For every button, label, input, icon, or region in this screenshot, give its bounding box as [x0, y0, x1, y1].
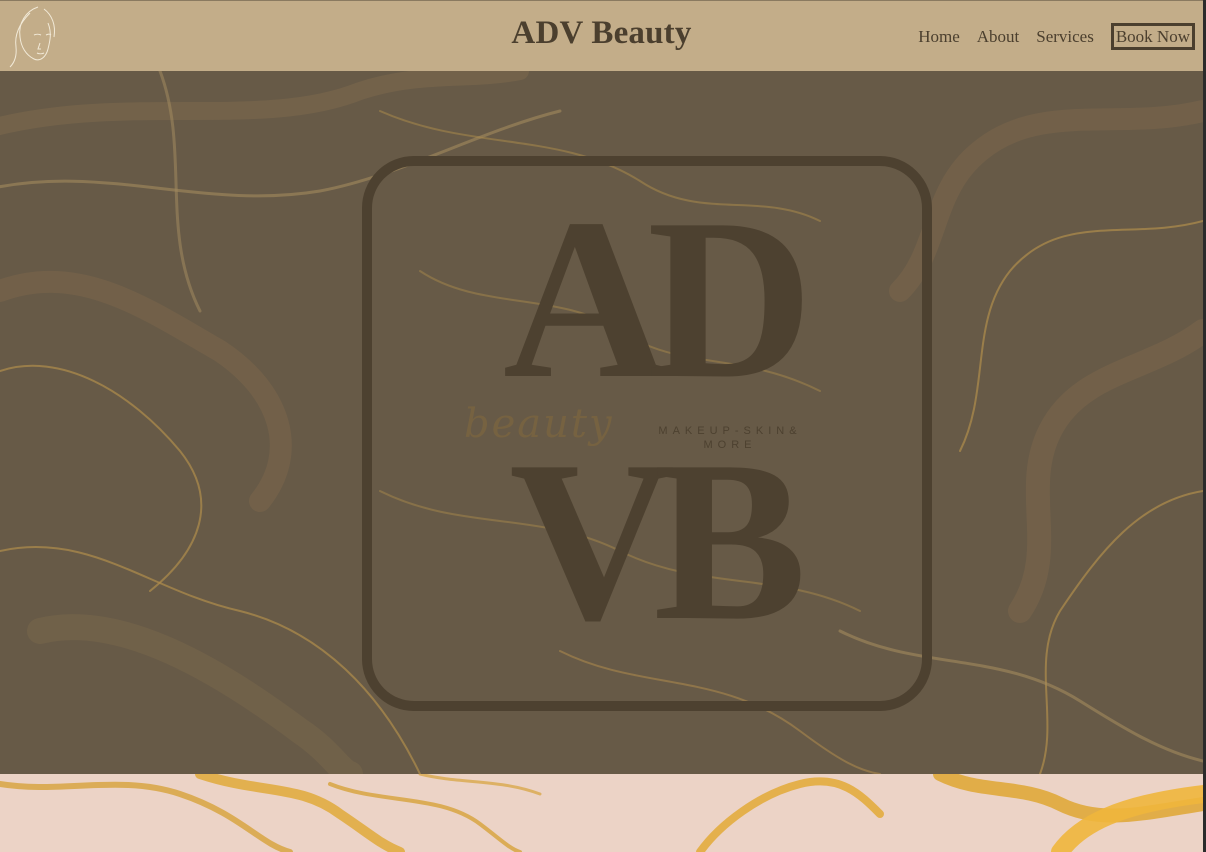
adv-beauty-emblem: AD beauty MAKEUP-SKIN& MORE VB — [362, 156, 932, 711]
nav-home-link[interactable]: Home — [918, 27, 960, 47]
nav-about-link[interactable]: About — [977, 27, 1020, 47]
site-header: ADV Beauty Home About Services Book Now — [0, 0, 1203, 71]
main-nav: Home About Services Book Now — [901, 23, 1195, 50]
page: ADV Beauty Home About Services Book Now — [0, 0, 1203, 852]
book-now-button[interactable]: Book Now — [1110, 23, 1195, 50]
gold-marble-background — [0, 774, 1203, 852]
nav-services-link[interactable]: Services — [1036, 27, 1094, 47]
hero-section: AD beauty MAKEUP-SKIN& MORE VB — [0, 71, 1203, 774]
monogram-ad: AD — [502, 171, 813, 426]
monogram-vb: VB — [509, 413, 807, 668]
next-section-preview — [0, 774, 1203, 852]
